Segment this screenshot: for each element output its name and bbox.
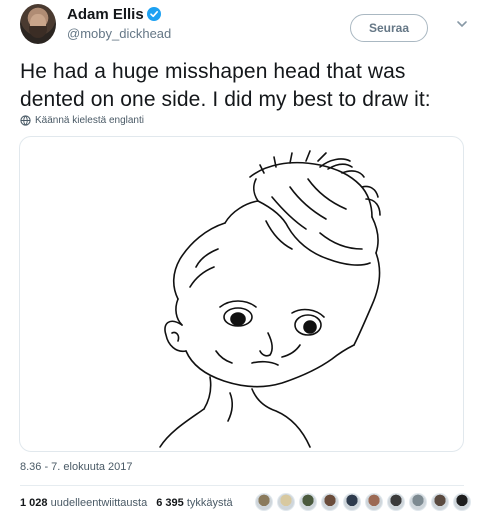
likers-avatars — [255, 493, 475, 511]
translate-label: Käännä kielestä englanti — [35, 115, 144, 126]
liker-avatar-3[interactable] — [299, 493, 317, 511]
likes-stat[interactable]: 6 395 tykkäystä — [156, 497, 232, 509]
stats-divider — [20, 485, 464, 486]
retweets-label: uudelleentwiittausta — [50, 497, 148, 509]
avatar-beard — [29, 26, 47, 38]
likes-label: tykkäystä — [186, 497, 233, 509]
liker-avatar-2[interactable] — [277, 493, 295, 511]
head-drawing-illustration — [159, 150, 381, 448]
liker-avatar-6[interactable] — [365, 493, 383, 511]
follow-button[interactable]: Seuraa — [350, 14, 428, 42]
liker-avatar-9[interactable] — [431, 493, 449, 511]
tweet-text: He had a huge misshapen head that was de… — [20, 60, 431, 111]
tweet-header: Adam Ellis @moby_dickhead Seuraa — [20, 4, 467, 46]
liker-avatar-4[interactable] — [321, 493, 339, 511]
author-display-name[interactable]: Adam Ellis — [67, 6, 144, 24]
liker-avatar-8[interactable] — [409, 493, 427, 511]
globe-icon — [20, 115, 31, 126]
retweets-count: 1 028 — [20, 497, 48, 509]
chevron-down-icon[interactable] — [456, 18, 468, 30]
liker-avatar-7[interactable] — [387, 493, 405, 511]
author-handle[interactable]: @moby_dickhead — [67, 25, 171, 42]
author-avatar[interactable] — [20, 4, 56, 44]
author-name-block[interactable]: Adam Ellis @moby_dickhead — [67, 6, 171, 42]
retweets-stat[interactable]: 1 028 uudelleentwiittausta — [20, 497, 147, 509]
tweet-media-image[interactable] — [19, 136, 464, 452]
liker-avatar-10[interactable] — [453, 493, 471, 511]
tweet-timestamp[interactable]: 8.36 - 7. elokuuta 2017 — [20, 461, 133, 473]
likes-count: 6 395 — [156, 497, 184, 509]
liker-avatar-1[interactable] — [255, 493, 273, 511]
tweet-stats: 1 028 uudelleentwiittausta 6 395 tykkäys… — [20, 497, 242, 509]
verified-badge-icon — [146, 7, 161, 21]
liker-avatar-5[interactable] — [343, 493, 361, 511]
translate-link[interactable]: Käännä kielestä englanti — [20, 115, 144, 126]
